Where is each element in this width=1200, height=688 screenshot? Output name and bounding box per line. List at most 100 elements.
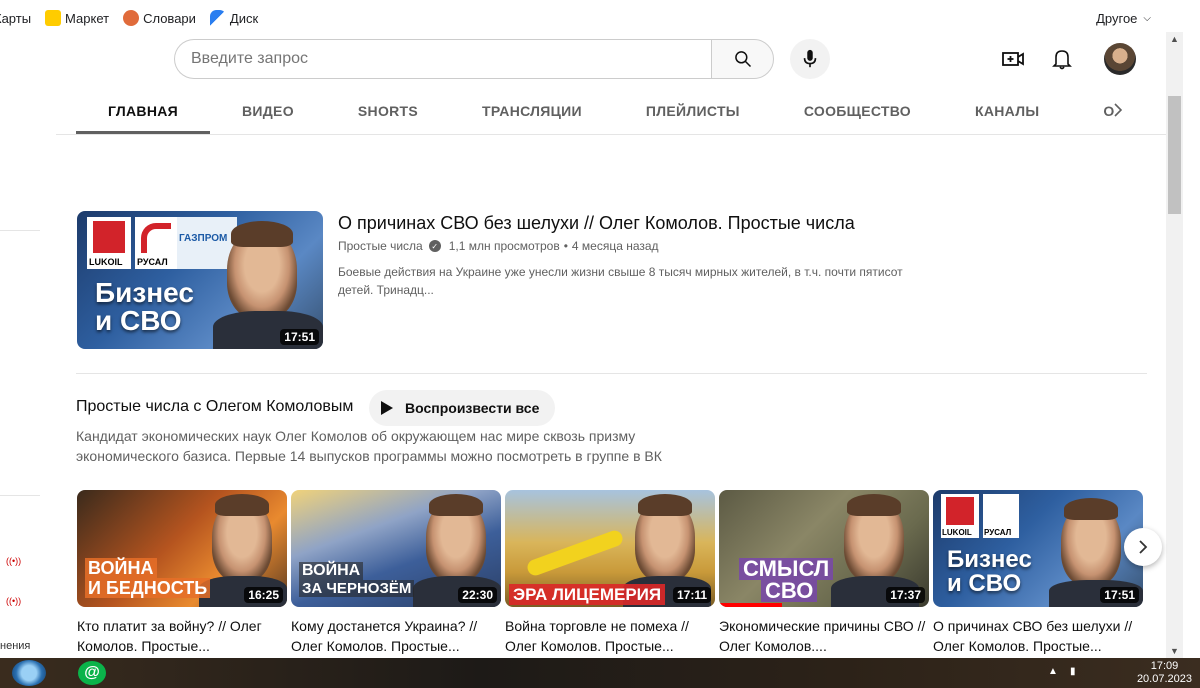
featured-video-title[interactable]: О причинах СВО без шелухи // Олег Комоло… bbox=[338, 213, 855, 234]
thumbnail-caption: И БЕДНОСТЬ bbox=[85, 578, 211, 598]
video-thumbnail[interactable]: ВОЙНА ЗА ЧЕРНОЗЁМ 22:30 bbox=[291, 490, 501, 607]
bookmark-market[interactable]: Маркет bbox=[45, 10, 109, 26]
playlist-description: Кандидат экономических наук Олег Комолов… bbox=[76, 428, 662, 464]
video-title[interactable]: Экономические причины СВО // Олег Комоло… bbox=[719, 616, 929, 656]
video-thumbnail[interactable]: LUKOIL РУСАЛ Бизнес и СВО 17:51 bbox=[933, 490, 1143, 607]
search-input[interactable] bbox=[174, 39, 711, 79]
video-title[interactable]: Кто платит за войну? // Олег Комолов. Пр… bbox=[77, 616, 287, 656]
scroll-up-icon[interactable]: ▲ bbox=[1170, 34, 1179, 44]
gas-pipe-illustration bbox=[525, 528, 625, 578]
avatar[interactable] bbox=[1104, 43, 1136, 75]
clock-date: 20.07.2023 bbox=[1136, 673, 1192, 685]
play-all-button[interactable]: Воспроизвести все bbox=[369, 390, 556, 426]
bookmark-disk-label: Диск bbox=[229, 10, 259, 26]
clock-time: 17:09 bbox=[1150, 660, 1179, 672]
section-divider bbox=[76, 373, 1147, 374]
scrollbar-thumb[interactable] bbox=[1168, 96, 1181, 214]
tab-community[interactable]: СООБЩЕСТВО bbox=[772, 88, 943, 134]
video-title[interactable]: Война торговле не помеха // Олег Комолов… bbox=[505, 616, 715, 656]
video-card[interactable]: ВОЙНА ЗА ЧЕРНОЗЁМ 22:30 Кому достанется … bbox=[291, 490, 501, 656]
bookmarks-bar: Карты Маркет Словари Диск Другое ⌵ bbox=[0, 0, 1183, 36]
presenter-hair bbox=[1064, 498, 1118, 520]
video-card[interactable]: ЭРА ЛИЦЕМЕРИЯ 17:11 Война торговле не по… bbox=[505, 490, 715, 656]
shelf-next-button[interactable] bbox=[1124, 528, 1162, 566]
verified-icon: ✓ bbox=[428, 240, 441, 252]
play-all-label: Воспроизвести все bbox=[405, 400, 540, 416]
market-icon bbox=[45, 10, 62, 26]
presenter-hair bbox=[231, 221, 293, 247]
bookmark-maps[interactable]: Карты bbox=[0, 11, 31, 26]
video-duration: 17:51 bbox=[280, 329, 319, 345]
thumbnail-caption: ЭРА ЛИЦЕМЕРИЯ bbox=[509, 584, 666, 605]
tab-channels[interactable]: КАНАЛЫ bbox=[943, 88, 1071, 134]
video-duration: 17:11 bbox=[672, 587, 711, 603]
video-thumbnail[interactable]: СМЫСЛ СВО 17:37 bbox=[719, 490, 929, 607]
lukoil-logo: LUKOIL bbox=[941, 494, 979, 538]
chevron-right-icon bbox=[1114, 103, 1123, 117]
bookmark-maps-label: Карты bbox=[0, 10, 32, 26]
video-title[interactable]: Кому достанется Украина? // Олег Комолов… bbox=[291, 616, 501, 656]
battery-icon[interactable]: ▮ bbox=[1070, 666, 1076, 677]
notifications-button[interactable] bbox=[1049, 46, 1075, 72]
rusal-logo: РУСАЛ bbox=[983, 494, 1019, 538]
bookmark-market-label: Маркет bbox=[65, 10, 110, 26]
presenter-hair bbox=[638, 494, 692, 516]
thumbnail-caption: ВОЙНА bbox=[299, 562, 364, 580]
video-card[interactable]: ВОЙНА И БЕДНОСТЬ 16:25 Кто платит за вой… bbox=[77, 490, 287, 656]
play-icon bbox=[381, 401, 393, 415]
sidebar-divider bbox=[0, 230, 40, 231]
scroll-down-icon[interactable]: ▼ bbox=[1170, 646, 1179, 656]
tab-home[interactable]: ГЛАВНАЯ bbox=[76, 88, 211, 134]
featured-video-thumbnail[interactable]: LUKOIL РУСАЛ ГАЗПРОМ Бизнес и СВО 17:51 bbox=[77, 211, 323, 349]
playlist-title[interactable]: Простые числа с Олегом Комоловым bbox=[76, 398, 353, 416]
channel-name[interactable]: Простые числа bbox=[338, 239, 423, 253]
tabs-scroll-right-button[interactable] bbox=[1104, 98, 1132, 122]
lukoil-logo: LUKOIL bbox=[87, 217, 131, 269]
tab-shorts[interactable]: SHORTS bbox=[326, 88, 450, 134]
search-button[interactable] bbox=[711, 39, 774, 79]
tab-live[interactable]: ТРАНСЛЯЦИИ bbox=[450, 88, 614, 134]
bookmarks-other[interactable]: Другое ⌵ bbox=[1096, 11, 1151, 26]
chevron-down-icon: ⌵ bbox=[1143, 12, 1151, 24]
thumbnail-caption: СВО bbox=[761, 580, 818, 602]
create-video-button[interactable] bbox=[1000, 46, 1026, 72]
chevron-right-icon bbox=[1139, 540, 1148, 554]
video-duration: 22:30 bbox=[458, 587, 497, 603]
tray-expand-icon[interactable]: ▲ bbox=[1048, 666, 1058, 677]
app-icon[interactable]: @ bbox=[78, 661, 106, 685]
sidebar-item-label[interactable]: нения bbox=[0, 640, 30, 652]
bookmark-dictionaries[interactable]: Словари bbox=[123, 10, 196, 26]
presenter-hair bbox=[215, 494, 269, 516]
microphone-icon bbox=[803, 49, 817, 68]
video-thumbnail[interactable]: ВОЙНА И БЕДНОСТЬ 16:25 bbox=[77, 490, 287, 607]
video-title[interactable]: О причинах СВО без шелухи // Олег Комоло… bbox=[933, 616, 1143, 656]
thumbnail-caption: ВОЙНА bbox=[85, 558, 157, 578]
live-icon[interactable]: ((•)) bbox=[6, 556, 21, 566]
featured-video-meta: Простые числа ✓ 1,1 млн просмотров • 4 м… bbox=[338, 239, 659, 253]
video-duration: 17:51 bbox=[1100, 587, 1139, 603]
video-thumbnail[interactable]: ЭРА ЛИЦЕМЕРИЯ 17:11 bbox=[505, 490, 715, 607]
video-duration: 16:25 bbox=[244, 587, 283, 603]
clock[interactable]: 17:09 20.07.2023 bbox=[1137, 660, 1192, 686]
thumbnail-caption: и СВО bbox=[947, 570, 1022, 597]
video-card[interactable]: СМЫСЛ СВО 17:37 Экономические причины СВ… bbox=[719, 490, 929, 656]
bell-icon bbox=[1052, 50, 1072, 70]
featured-video-description: Боевые действия на Украине уже унесли жи… bbox=[338, 265, 903, 297]
tab-videos[interactable]: ВИДЕО bbox=[210, 88, 326, 134]
voice-search-button[interactable] bbox=[790, 39, 830, 79]
bookmark-dictionaries-label: Словари bbox=[143, 10, 196, 26]
bookmarks-other-label: Другое bbox=[1096, 10, 1138, 26]
start-icon[interactable] bbox=[12, 660, 46, 686]
tabs-divider bbox=[56, 134, 1166, 135]
bookmark-disk[interactable]: Диск bbox=[209, 10, 259, 26]
page-scrollbar[interactable]: ▲ ▼ bbox=[1166, 32, 1183, 658]
upload-age: 4 месяца назад bbox=[571, 239, 659, 253]
live-icon[interactable]: ((•)) bbox=[6, 596, 21, 606]
dictionaries-icon bbox=[123, 10, 140, 26]
tab-playlists[interactable]: ПЛЕЙЛИСТЫ bbox=[614, 88, 772, 134]
disk-icon bbox=[209, 10, 226, 26]
view-count: 1,1 млн просмотров bbox=[448, 239, 560, 253]
search-bar bbox=[174, 39, 774, 79]
video-card[interactable]: LUKOIL РУСАЛ Бизнес и СВО 17:51 О причин… bbox=[933, 490, 1143, 656]
sidebar-divider bbox=[0, 495, 40, 496]
